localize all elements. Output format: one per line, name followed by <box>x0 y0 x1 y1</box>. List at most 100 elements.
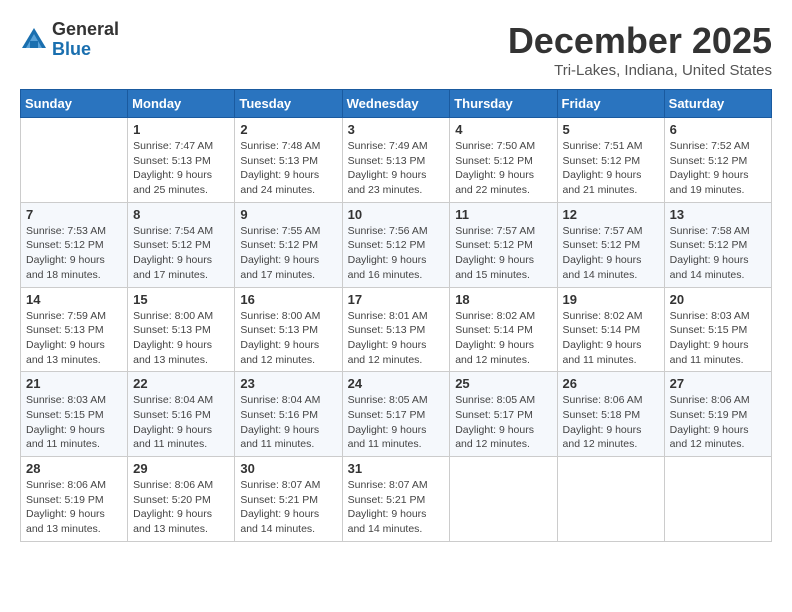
day-info: Sunrise: 8:05 AM Sunset: 5:17 PM Dayligh… <box>348 393 445 452</box>
weekday-header: Tuesday <box>235 90 342 118</box>
logo-general-text: General <box>52 20 119 40</box>
day-info: Sunrise: 8:02 AM Sunset: 5:14 PM Dayligh… <box>563 309 659 368</box>
calendar-cell: 30 Sunrise: 8:07 AM Sunset: 5:21 PM Dayli… <box>235 457 342 542</box>
weekday-header: Saturday <box>664 90 771 118</box>
calendar-cell: 9 Sunrise: 7:55 AM Sunset: 5:12 PM Daylig… <box>235 202 342 287</box>
calendar-cell: 19 Sunrise: 8:02 AM Sunset: 5:14 PM Dayli… <box>557 287 664 372</box>
calendar-cell <box>450 457 557 542</box>
day-info: Sunrise: 8:04 AM Sunset: 5:16 PM Dayligh… <box>133 393 229 452</box>
calendar-cell: 25 Sunrise: 8:05 AM Sunset: 5:17 PM Dayli… <box>450 372 557 457</box>
day-info: Sunrise: 7:50 AM Sunset: 5:12 PM Dayligh… <box>455 139 551 198</box>
day-info: Sunrise: 8:06 AM Sunset: 5:20 PM Dayligh… <box>133 478 229 537</box>
calendar-cell <box>664 457 771 542</box>
calendar-cell: 6Sunrise: 7:52 AM Sunset: 5:12 PM Daylig… <box>664 118 771 203</box>
day-info: Sunrise: 7:54 AM Sunset: 5:12 PM Dayligh… <box>133 224 229 283</box>
day-number: 28 <box>26 461 122 476</box>
calendar-cell: 17 Sunrise: 8:01 AM Sunset: 5:13 PM Dayli… <box>342 287 450 372</box>
calendar-cell: 15Sunrise: 8:00 AM Sunset: 5:13 PM Dayli… <box>128 287 235 372</box>
day-info: Sunrise: 7:47 AM Sunset: 5:13 PM Dayligh… <box>133 139 229 198</box>
day-info: Sunrise: 7:52 AM Sunset: 5:12 PM Dayligh… <box>670 139 766 198</box>
calendar-cell: 11 Sunrise: 7:57 AM Sunset: 5:12 PM Dayli… <box>450 202 557 287</box>
day-number: 20 <box>670 292 766 307</box>
day-number: 15 <box>133 292 229 307</box>
day-info: Sunrise: 7:49 AM Sunset: 5:13 PM Dayligh… <box>348 139 445 198</box>
day-number: 24 <box>348 376 445 391</box>
day-info: Sunrise: 8:05 AM Sunset: 5:17 PM Dayligh… <box>455 393 551 452</box>
day-number: 25 <box>455 376 551 391</box>
day-number: 11 <box>455 207 551 222</box>
day-number: 22 <box>133 376 229 391</box>
weekday-header-row: SundayMondayTuesdayWednesdayThursdayFrid… <box>21 90 772 118</box>
day-info: Sunrise: 7:51 AM Sunset: 5:12 PM Dayligh… <box>563 139 659 198</box>
logo-text: General Blue <box>52 20 119 60</box>
day-info: Sunrise: 8:06 AM Sunset: 5:18 PM Dayligh… <box>563 393 659 452</box>
weekday-header: Thursday <box>450 90 557 118</box>
weekday-header: Wednesday <box>342 90 450 118</box>
day-info: Sunrise: 7:56 AM Sunset: 5:12 PM Dayligh… <box>348 224 445 283</box>
calendar-cell: 20 Sunrise: 8:03 AM Sunset: 5:15 PM Dayli… <box>664 287 771 372</box>
day-number: 2 <box>240 122 336 137</box>
day-number: 9 <box>240 207 336 222</box>
calendar-cell: 23 Sunrise: 8:04 AM Sunset: 5:16 PM Dayli… <box>235 372 342 457</box>
calendar-week-row: 21Sunrise: 8:03 AM Sunset: 5:15 PM Dayli… <box>21 372 772 457</box>
calendar-cell <box>21 118 128 203</box>
day-number: 30 <box>240 461 336 476</box>
calendar-cell: 14Sunrise: 7:59 AM Sunset: 5:13 PM Dayli… <box>21 287 128 372</box>
day-number: 12 <box>563 207 659 222</box>
month-title: December 2025 <box>508 20 772 62</box>
weekday-header: Sunday <box>21 90 128 118</box>
calendar-cell: 12 Sunrise: 7:57 AM Sunset: 5:12 PM Dayli… <box>557 202 664 287</box>
day-info: Sunrise: 8:07 AM Sunset: 5:21 PM Dayligh… <box>240 478 336 537</box>
day-number: 23 <box>240 376 336 391</box>
calendar-cell: 8 Sunrise: 7:54 AM Sunset: 5:12 PM Daylig… <box>128 202 235 287</box>
calendar-cell: 27Sunrise: 8:06 AM Sunset: 5:19 PM Dayli… <box>664 372 771 457</box>
calendar-cell: 26 Sunrise: 8:06 AM Sunset: 5:18 PM Dayli… <box>557 372 664 457</box>
day-number: 8 <box>133 207 229 222</box>
day-number: 19 <box>563 292 659 307</box>
calendar-cell: 2 Sunrise: 7:48 AM Sunset: 5:13 PM Daylig… <box>235 118 342 203</box>
calendar-cell: 31 Sunrise: 8:07 AM Sunset: 5:21 PM Dayli… <box>342 457 450 542</box>
day-info: Sunrise: 8:06 AM Sunset: 5:19 PM Dayligh… <box>670 393 766 452</box>
day-info: Sunrise: 8:06 AM Sunset: 5:19 PM Dayligh… <box>26 478 122 537</box>
calendar-week-row: 7Sunrise: 7:53 AM Sunset: 5:12 PM Daylig… <box>21 202 772 287</box>
location: Tri-Lakes, Indiana, United States <box>508 62 772 79</box>
day-number: 29 <box>133 461 229 476</box>
day-info: Sunrise: 7:57 AM Sunset: 5:12 PM Dayligh… <box>455 224 551 283</box>
day-info: Sunrise: 8:02 AM Sunset: 5:14 PM Dayligh… <box>455 309 551 368</box>
calendar-week-row: 28 Sunrise: 8:06 AM Sunset: 5:19 PM Dayli… <box>21 457 772 542</box>
calendar-cell: 28 Sunrise: 8:06 AM Sunset: 5:19 PM Dayli… <box>21 457 128 542</box>
day-number: 5 <box>563 122 659 137</box>
day-number: 7 <box>26 207 122 222</box>
day-info: Sunrise: 8:03 AM Sunset: 5:15 PM Dayligh… <box>670 309 766 368</box>
day-number: 26 <box>563 376 659 391</box>
calendar-cell: 16 Sunrise: 8:00 AM Sunset: 5:13 PM Dayli… <box>235 287 342 372</box>
calendar-cell: 13Sunrise: 7:58 AM Sunset: 5:12 PM Dayli… <box>664 202 771 287</box>
calendar-cell: 3 Sunrise: 7:49 AM Sunset: 5:13 PM Daylig… <box>342 118 450 203</box>
day-info: Sunrise: 8:01 AM Sunset: 5:13 PM Dayligh… <box>348 309 445 368</box>
day-number: 16 <box>240 292 336 307</box>
day-info: Sunrise: 7:57 AM Sunset: 5:12 PM Dayligh… <box>563 224 659 283</box>
day-info: Sunrise: 8:07 AM Sunset: 5:21 PM Dayligh… <box>348 478 445 537</box>
day-number: 31 <box>348 461 445 476</box>
day-number: 17 <box>348 292 445 307</box>
day-number: 10 <box>348 207 445 222</box>
calendar-week-row: 14Sunrise: 7:59 AM Sunset: 5:13 PM Dayli… <box>21 287 772 372</box>
day-number: 21 <box>26 376 122 391</box>
logo: General Blue <box>20 20 119 60</box>
page-header: General Blue December 2025 Tri-Lakes, In… <box>20 20 772 79</box>
logo-icon <box>20 26 48 54</box>
day-info: Sunrise: 7:55 AM Sunset: 5:12 PM Dayligh… <box>240 224 336 283</box>
calendar-cell: 22 Sunrise: 8:04 AM Sunset: 5:16 PM Dayli… <box>128 372 235 457</box>
day-number: 4 <box>455 122 551 137</box>
weekday-header: Friday <box>557 90 664 118</box>
day-info: Sunrise: 8:04 AM Sunset: 5:16 PM Dayligh… <box>240 393 336 452</box>
calendar-cell: 5 Sunrise: 7:51 AM Sunset: 5:12 PM Daylig… <box>557 118 664 203</box>
calendar-cell: 1Sunrise: 7:47 AM Sunset: 5:13 PM Daylig… <box>128 118 235 203</box>
day-number: 3 <box>348 122 445 137</box>
weekday-header: Monday <box>128 90 235 118</box>
day-info: Sunrise: 8:00 AM Sunset: 5:13 PM Dayligh… <box>240 309 336 368</box>
day-number: 14 <box>26 292 122 307</box>
day-number: 18 <box>455 292 551 307</box>
calendar-cell <box>557 457 664 542</box>
day-info: Sunrise: 7:48 AM Sunset: 5:13 PM Dayligh… <box>240 139 336 198</box>
